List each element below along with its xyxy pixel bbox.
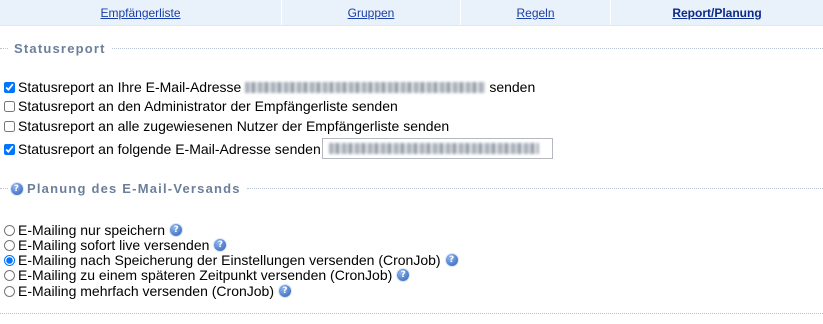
status-own-email-label: Statusreport an Ihre E-Mail-Adresse bbox=[18, 79, 242, 95]
plan-multiple-label: E-Mailing mehrfach versenden (CronJob) bbox=[18, 283, 274, 299]
plan-after-save-label: E-Mailing nach Speicherung der Einstellu… bbox=[18, 252, 441, 268]
plan-live-label: E-Mailing sofort live versenden bbox=[18, 237, 210, 253]
custom-email-input[interactable] bbox=[322, 138, 553, 159]
plan-option-multiple: E-Mailing mehrfach versenden (CronJob) ? bbox=[4, 283, 291, 299]
legend-line-right bbox=[111, 48, 823, 49]
help-icon[interactable]: ? bbox=[11, 182, 23, 195]
blurred-email-value bbox=[329, 143, 539, 154]
status-admin-label: Statusreport an den Administrator der Em… bbox=[18, 98, 398, 114]
plan-option-after-save: E-Mailing nach Speicherung der Einstellu… bbox=[4, 252, 458, 268]
help-icon[interactable]: ? bbox=[170, 224, 183, 236]
legend-line-left bbox=[0, 188, 8, 189]
status-own-email-label-suffix: senden bbox=[489, 79, 536, 95]
planung-legend: ? Planung des E-Mail-Versands bbox=[0, 181, 823, 196]
plan-option-live: E-Mailing sofort live versenden ? bbox=[4, 237, 227, 253]
plan-save-label: E-Mailing nur speichern bbox=[18, 222, 166, 238]
status-users-label: Statusreport an alle zugewiesenen Nutzer… bbox=[18, 118, 450, 134]
tab-regeln[interactable]: Regeln bbox=[461, 0, 611, 25]
plan-save-radio[interactable] bbox=[4, 224, 15, 236]
status-own-email-checkbox[interactable] bbox=[4, 81, 15, 93]
status-users-checkbox[interactable] bbox=[4, 120, 15, 132]
plan-live-radio[interactable] bbox=[4, 239, 15, 251]
status-admin-checkbox[interactable] bbox=[4, 100, 15, 112]
plan-after-save-radio[interactable] bbox=[4, 254, 15, 266]
help-icon[interactable]: ? bbox=[445, 254, 458, 266]
blurred-email-address bbox=[245, 81, 486, 93]
tab-report-planung[interactable]: Report/Planung bbox=[611, 0, 823, 25]
status-option-own-email: Statusreport an Ihre E-Mail-Adresse send… bbox=[4, 79, 535, 95]
section-divider bbox=[0, 313, 823, 314]
status-custom-email-label: Statusreport an folgende E-Mail-Adresse … bbox=[18, 141, 321, 157]
plan-later-label: E-Mailing zu einem späteren Zeitpunkt ve… bbox=[18, 267, 393, 283]
legend-line-left bbox=[0, 48, 8, 49]
status-option-users: Statusreport an alle zugewiesenen Nutzer… bbox=[4, 118, 449, 134]
plan-option-save: E-Mailing nur speichern ? bbox=[4, 222, 183, 238]
statusreport-title: Statusreport bbox=[14, 41, 106, 56]
status-option-admin: Statusreport an den Administrator der Em… bbox=[4, 98, 398, 114]
help-icon[interactable]: ? bbox=[279, 285, 291, 297]
statusreport-legend: Statusreport bbox=[0, 41, 823, 56]
legend-line-right bbox=[246, 188, 823, 189]
help-icon[interactable]: ? bbox=[214, 239, 227, 251]
plan-multiple-radio[interactable] bbox=[4, 285, 15, 297]
tab-empfaengerliste[interactable]: Empfängerliste bbox=[0, 0, 282, 25]
tab-gruppen[interactable]: Gruppen bbox=[282, 0, 461, 25]
help-icon[interactable]: ? bbox=[397, 269, 410, 281]
tab-bar: Empfängerliste Gruppen Regeln Report/Pla… bbox=[0, 0, 823, 26]
status-option-custom-email: Statusreport an folgende E-Mail-Adresse … bbox=[4, 141, 321, 157]
status-custom-email-checkbox[interactable] bbox=[4, 143, 15, 155]
planung-title: Planung des E-Mail-Versands bbox=[27, 181, 241, 196]
plan-option-later: E-Mailing zu einem späteren Zeitpunkt ve… bbox=[4, 267, 410, 283]
plan-later-radio[interactable] bbox=[4, 269, 15, 281]
